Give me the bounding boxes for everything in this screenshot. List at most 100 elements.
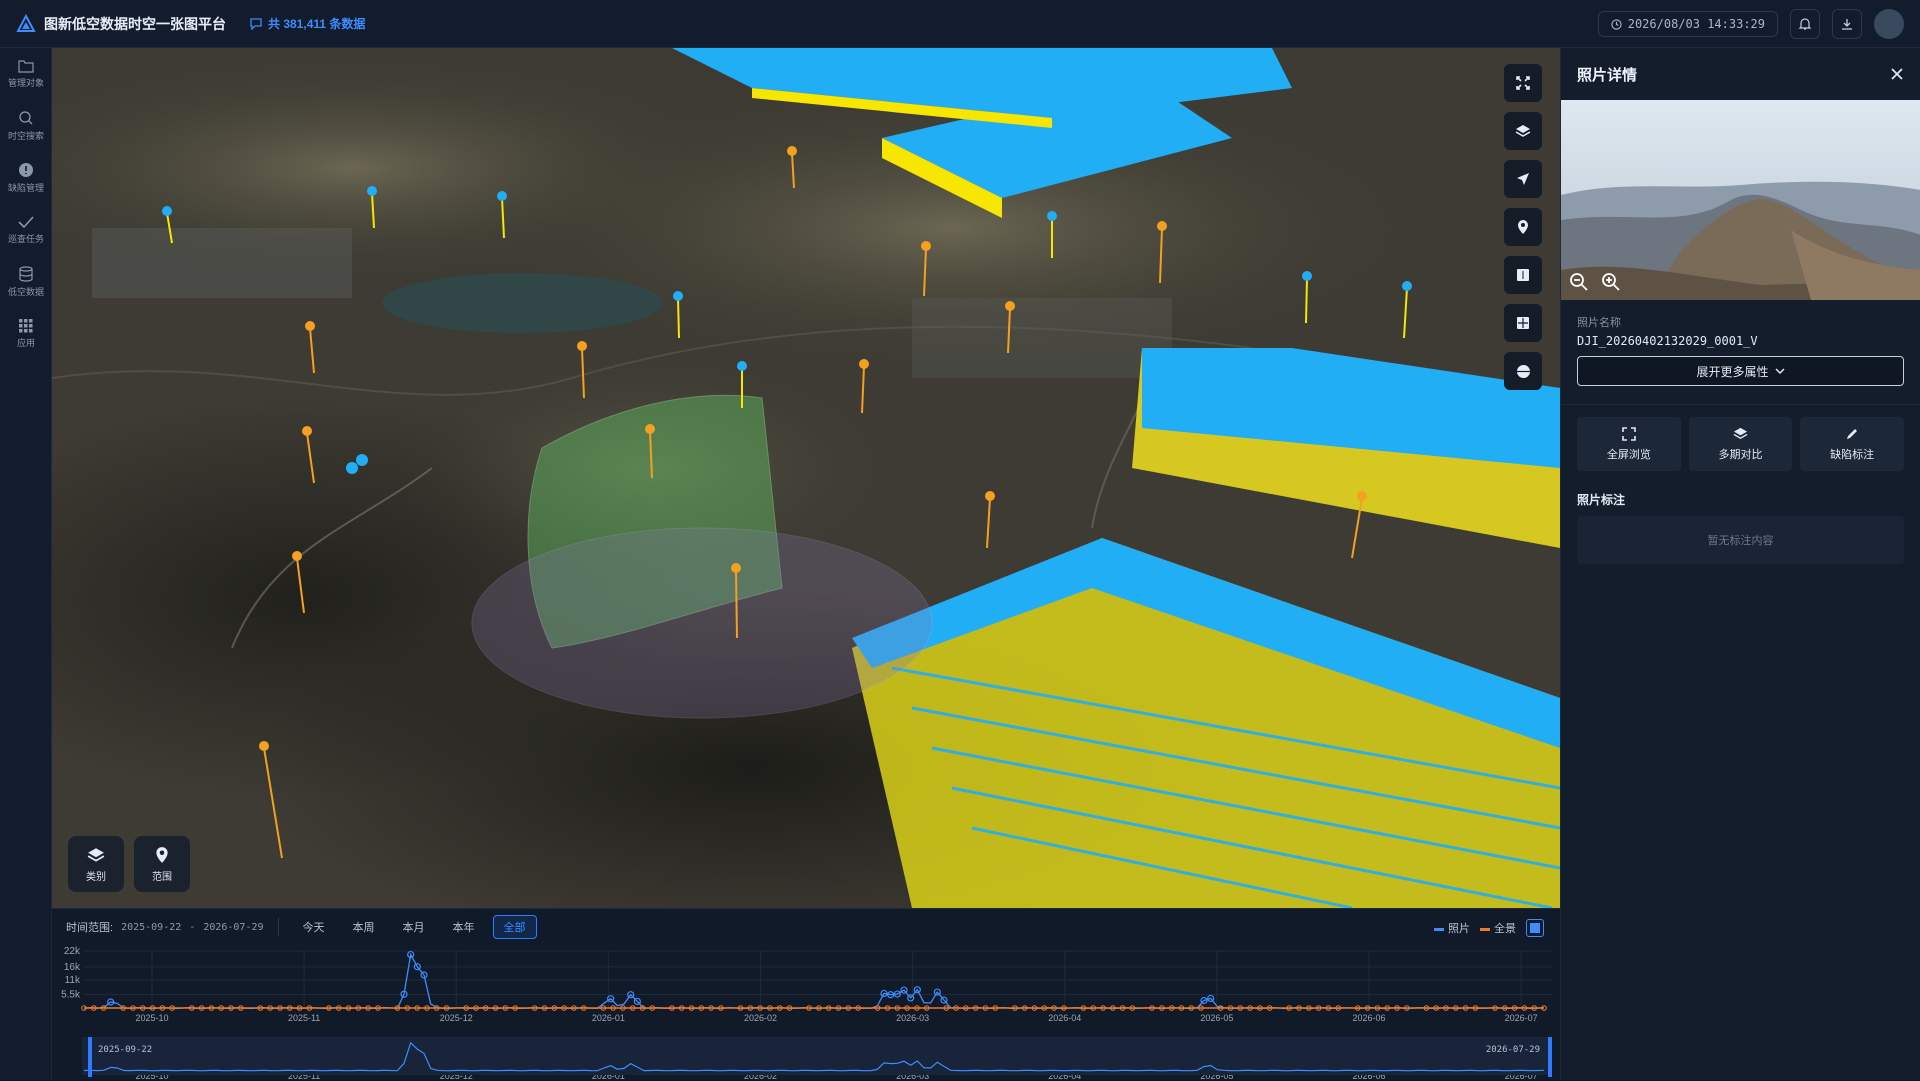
brush-handle-left[interactable] xyxy=(88,1037,92,1077)
chart-toggle-icon xyxy=(1530,923,1540,933)
photo-detail-panel: 照片详情 照片名称 DJI_20260402132029_0001_V 展开更多… xyxy=(1560,48,1920,1080)
legend-photo[interactable]: 照片 xyxy=(1434,920,1470,936)
x-tick-label: 2026-06 xyxy=(1353,1013,1386,1023)
split-icon xyxy=(1517,269,1529,281)
defect-annotate-button[interactable]: 缺陷标注 xyxy=(1800,417,1905,471)
legend-panorama-label: 全景 xyxy=(1494,923,1516,935)
chart-toggle[interactable] xyxy=(1526,919,1544,937)
annotation-empty: 暂无标注内容 xyxy=(1577,516,1904,564)
datetime-text: 2026/08/03 14:33:29 xyxy=(1627,17,1765,31)
grid-icon xyxy=(19,319,33,333)
expand-attributes-label: 展开更多属性 xyxy=(1696,364,1769,379)
time-range-start[interactable]: 2025-09-22 xyxy=(121,922,181,933)
brush-end-label: 2026-07-29 xyxy=(1486,1045,1540,1055)
x-tick-label: 2025-10 xyxy=(135,1013,168,1023)
search-icon xyxy=(19,111,33,125)
extent-button[interactable] xyxy=(1504,64,1542,102)
locate-icon xyxy=(1517,173,1529,185)
time-range-end[interactable]: 2026-07-29 xyxy=(203,922,263,933)
timeline-chart[interactable]: 22k16k11k5.5k2025-102025-102025-112025-1… xyxy=(52,945,1560,1081)
sidebar-item-label: 巡查任务 xyxy=(7,234,44,244)
pencil-icon xyxy=(1847,428,1858,439)
map-viewport[interactable]: 类别 范围 xyxy=(52,48,1560,908)
zoom-in-icon[interactable] xyxy=(1601,272,1621,292)
data-count-text: 共 381,411 条数据 xyxy=(268,17,366,31)
sidebar-item-label: 低空数据 xyxy=(7,287,44,297)
database-icon xyxy=(19,266,33,282)
multi-period-compare-button[interactable]: 多期对比 xyxy=(1688,417,1793,471)
grid-button[interactable] xyxy=(1504,304,1542,342)
sidebar-item-inspection-tasks[interactable]: 巡查任务 xyxy=(0,204,52,256)
x-tick-label: 2025-11 xyxy=(288,1013,320,1023)
globe-icon xyxy=(1516,364,1530,378)
legend-swatch-photo xyxy=(1434,927,1444,931)
globe-button[interactable] xyxy=(1504,352,1542,390)
sidebar-item-label: 应用 xyxy=(16,338,35,348)
panel-header: 照片详情 xyxy=(1561,48,1920,100)
range-label: 范围 xyxy=(152,871,172,883)
fullscreen-button[interactable]: 全屏浏览 xyxy=(1577,417,1681,471)
fullscreen-icon xyxy=(1622,426,1636,441)
action-buttons: 全屏浏览 多期对比 缺陷标注 xyxy=(1561,405,1920,483)
sidebar-item-low-altitude-data[interactable]: 低空数据 xyxy=(0,256,52,308)
today-button[interactable]: 今天 xyxy=(293,915,335,939)
legend-swatch-panorama xyxy=(1480,927,1490,931)
x-tick-label: 2026-07 xyxy=(1505,1013,1538,1023)
brush-area[interactable] xyxy=(82,1037,1552,1075)
series-line-photo xyxy=(83,952,1545,1010)
x-tick-label: 2026-03 xyxy=(896,1013,929,1023)
top-bar: 图新低空数据时空一张图平台 共 381,411 条数据 2026/08/03 1… xyxy=(0,0,1920,48)
fullscreen-label: 全屏浏览 xyxy=(1606,448,1651,461)
download-button[interactable] xyxy=(1832,9,1862,39)
pin-button[interactable] xyxy=(1504,208,1542,246)
grid-icon xyxy=(1517,317,1529,329)
timeline-header: 时间范围: 2025-09-22 - 2026-07-29 今天 本周 本月 本… xyxy=(52,909,1560,945)
map-toolbar xyxy=(1504,64,1542,390)
category-button[interactable]: 类别 xyxy=(68,836,124,892)
x-tick-label: 2026-05 xyxy=(1200,1013,1233,1023)
layers-icon xyxy=(1515,125,1531,137)
brush-handle-right[interactable] xyxy=(1548,1037,1552,1077)
download-icon xyxy=(1842,19,1852,30)
this-week-button[interactable]: 本周 xyxy=(343,915,385,939)
y-tick-label: 22k xyxy=(64,946,81,957)
legend-panorama[interactable]: 全景 xyxy=(1480,920,1516,936)
time-range-separator: - xyxy=(189,921,196,933)
panel-title: 照片详情 xyxy=(1577,66,1638,84)
annotation-section-title: 照片标注 xyxy=(1577,493,1626,507)
locate-button[interactable] xyxy=(1504,160,1542,198)
photo-name-value: DJI_20260402132029_0001_V xyxy=(1577,334,1758,348)
split-view-button[interactable] xyxy=(1504,256,1542,294)
layers-button[interactable] xyxy=(1504,112,1542,150)
extent-icon xyxy=(1516,76,1530,90)
zoom-out-icon[interactable] xyxy=(1569,272,1589,292)
terrain-scene xyxy=(52,48,1560,908)
sidebar-item-manage-objects[interactable]: 管理对象 xyxy=(0,48,52,100)
sidebar-item-label: 时空搜索 xyxy=(7,131,44,141)
photo-preview[interactable] xyxy=(1561,100,1920,300)
chevron-down-icon xyxy=(1774,368,1785,375)
avatar[interactable] xyxy=(1874,9,1904,39)
defect-annotate-label: 缺陷标注 xyxy=(1830,448,1875,461)
notification-button[interactable] xyxy=(1790,9,1820,39)
x-tick-label: 2026-01 xyxy=(592,1013,625,1023)
this-month-button[interactable]: 本月 xyxy=(393,915,435,939)
sidebar-item-spatiotemporal-search[interactable]: 时空搜索 xyxy=(0,100,52,152)
sidebar-item-label: 管理对象 xyxy=(7,78,44,88)
sidebar-item-label: 缺陷管理 xyxy=(7,183,44,193)
close-icon[interactable] xyxy=(1890,67,1904,81)
alert-icon xyxy=(19,163,33,177)
datetime-display: 2026/08/03 14:33:29 xyxy=(1597,11,1778,37)
x-tick-label: 2026-04 xyxy=(1048,1013,1081,1023)
range-button[interactable]: 范围 xyxy=(134,836,190,892)
time-range-label: 时间范围: xyxy=(66,922,114,934)
sidebar-item-defects[interactable]: 缺陷管理 xyxy=(0,152,52,204)
divider xyxy=(277,918,279,936)
all-button[interactable]: 全部 xyxy=(492,915,537,939)
y-tick-label: 5.5k xyxy=(61,990,81,1001)
this-year-button[interactable]: 本年 xyxy=(443,915,485,939)
sidebar-item-apps[interactable]: 应用 xyxy=(0,308,52,360)
expand-attributes-button[interactable]: 展开更多属性 xyxy=(1577,356,1904,386)
chart-legend: 照片 全景 xyxy=(1434,919,1544,937)
y-tick-label: 11k xyxy=(65,975,81,986)
